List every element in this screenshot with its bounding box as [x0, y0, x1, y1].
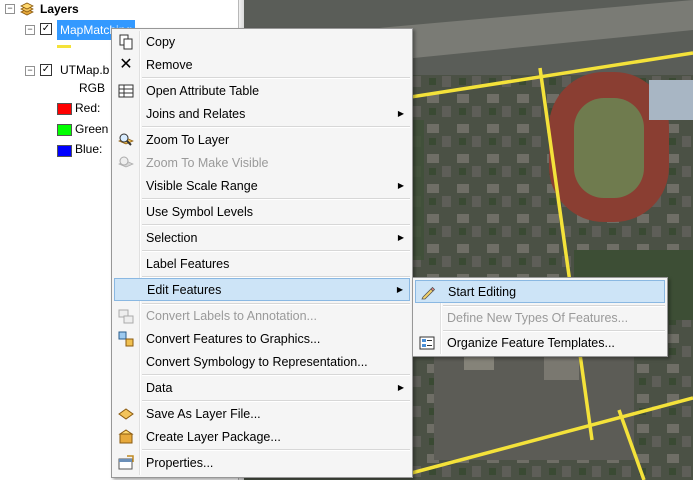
submenu-arrow-icon: ▶: [397, 109, 404, 118]
collapse-mapmatching-icon[interactable]: −: [25, 25, 35, 35]
line-symbol: [57, 45, 71, 48]
menu-item-selection[interactable]: Selection ▶: [114, 227, 410, 249]
layer-name-utmap[interactable]: UTMap.b: [60, 63, 109, 77]
templates-icon: [419, 336, 435, 350]
band-label: Blue:: [75, 142, 103, 156]
submenu-arrow-icon: ▶: [396, 285, 403, 294]
menu-item-convert-symbology-to-representation[interactable]: Convert Symbology to Representation...: [114, 351, 410, 373]
menu-item-use-symbol-levels[interactable]: Use Symbol Levels: [114, 201, 410, 223]
layers-icon: [20, 2, 34, 16]
menu-item-create-layer-package[interactable]: Create Layer Package...: [114, 426, 410, 448]
layer-package-icon: [118, 429, 134, 444]
menu-item-visible-scale-range[interactable]: Visible Scale Range ▶: [114, 175, 410, 197]
collapse-utmap-icon[interactable]: −: [25, 66, 35, 76]
rgb-render-label: RGB: [79, 81, 106, 95]
mapmatching-visibility-checkbox[interactable]: ✓: [40, 23, 52, 35]
submenu-arrow-icon: ▶: [397, 181, 404, 190]
menu-item-label-features[interactable]: Label Features: [114, 253, 410, 275]
blue-band-swatch: [57, 145, 72, 157]
menu-item-organize-feature-templates[interactable]: Organize Feature Templates...: [415, 332, 665, 354]
layers-root-label[interactable]: Layers: [40, 2, 79, 16]
properties-icon: [118, 455, 134, 470]
collapse-layers-icon[interactable]: −: [5, 4, 15, 14]
menu-item-data[interactable]: Data ▶: [114, 377, 410, 399]
table-icon: [118, 84, 134, 98]
menu-item-copy[interactable]: Copy: [114, 31, 410, 53]
menu-item-joins-and-relates[interactable]: Joins and Relates ▶: [114, 103, 410, 125]
submenu-arrow-icon: ▶: [397, 383, 404, 392]
utmap-visibility-checkbox[interactable]: ✓: [40, 64, 52, 76]
menu-item-save-as-layer-file[interactable]: Save As Layer File...: [114, 403, 410, 425]
menu-item-convert-labels-to-annotation: Convert Labels to Annotation...: [114, 305, 410, 327]
zoom-visible-icon: [118, 156, 134, 168]
layer-context-menu: Copy ✕ Remove Open Attribute Table Joins…: [111, 28, 413, 478]
menu-item-zoom-to-make-visible: Zoom To Make Visible: [114, 152, 410, 174]
convert-labels-icon: [118, 309, 134, 324]
band-label: Red:: [75, 101, 101, 115]
green-band-swatch: [57, 124, 72, 136]
submenu-arrow-icon: ▶: [397, 233, 404, 242]
copy-icon: [119, 34, 133, 50]
menu-item-zoom-to-layer[interactable]: Zoom To Layer: [114, 129, 410, 151]
convert-graphics-icon: [118, 331, 134, 347]
band-label: Green: [75, 122, 109, 136]
menu-item-properties[interactable]: Properties...: [114, 452, 410, 474]
menu-item-define-new-types-of-features: Define New Types Of Features...: [447, 311, 629, 325]
menu-item-convert-features-to-graphics[interactable]: Convert Features to Graphics...: [114, 328, 410, 350]
pencil-icon: [421, 286, 436, 300]
zoom-layer-icon: [118, 133, 134, 146]
menu-item-start-editing[interactable]: Start Editing: [415, 280, 665, 303]
menu-item-remove[interactable]: ✕ Remove: [114, 54, 410, 76]
layer-file-icon: [118, 408, 134, 420]
menu-item-open-attribute-table[interactable]: Open Attribute Table: [114, 80, 410, 102]
remove-icon: ✕: [119, 56, 133, 73]
edit-features-submenu: Start Editing Define New Types Of Featur…: [412, 277, 668, 357]
red-band-swatch: [57, 103, 72, 115]
menu-item-edit-features[interactable]: Edit Features ▶: [114, 278, 410, 301]
